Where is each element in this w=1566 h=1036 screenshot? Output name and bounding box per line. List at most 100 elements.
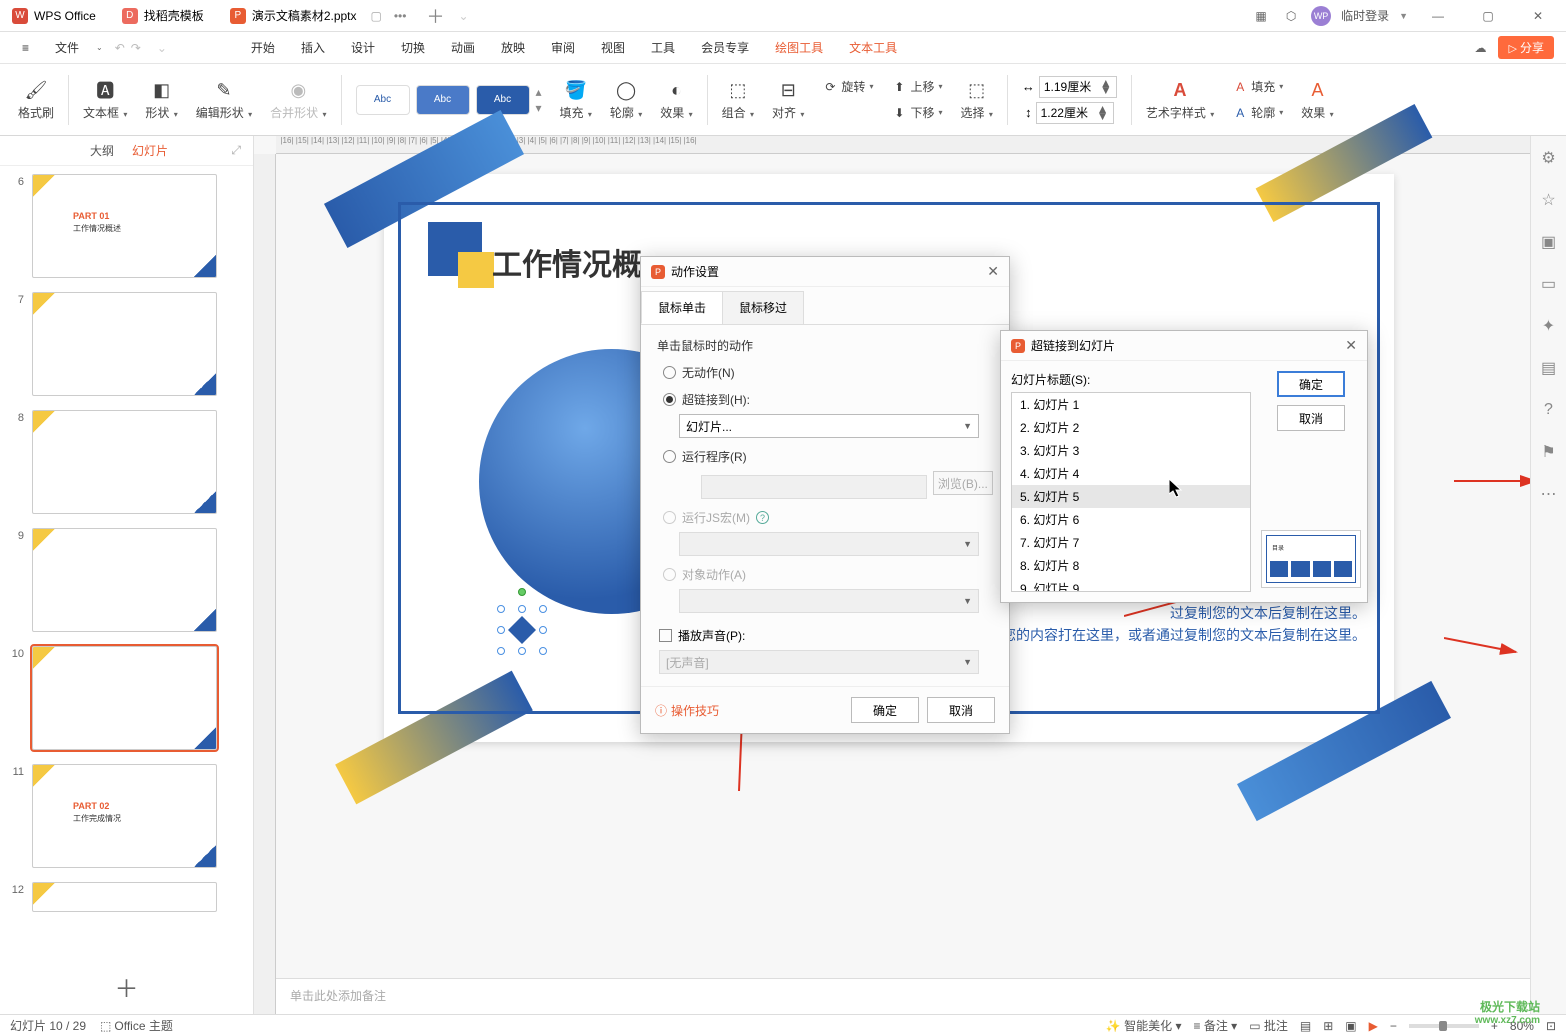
slides-tab[interactable]: 幻灯片	[132, 142, 168, 159]
text-effects-button[interactable]: A效果 ▾	[1301, 78, 1333, 121]
thumbnail-8[interactable]	[32, 410, 217, 514]
template-tab[interactable]: D 找稻壳模板	[110, 2, 216, 30]
zoom-slider[interactable]	[1409, 1024, 1479, 1028]
dialog2-titlebar[interactable]: P 超链接到幻灯片 ✕	[1001, 331, 1367, 361]
menu-animation[interactable]: 动画	[441, 35, 485, 60]
sidebar-more-icon[interactable]: ⋯	[1539, 484, 1559, 504]
redo-icon[interactable]: ↷	[131, 41, 141, 55]
sidebar-book-icon[interactable]: ▤	[1539, 358, 1559, 378]
menu-start[interactable]: 开始	[241, 35, 285, 60]
tab-menu-icon[interactable]: ▢	[371, 9, 382, 23]
document-tab[interactable]: P 演示文稿素材2.pptx ▢ •••	[218, 2, 419, 30]
zoom-level[interactable]: 80%	[1510, 1019, 1534, 1033]
dialog-titlebar[interactable]: P 动作设置 ✕	[641, 257, 1009, 287]
view-normal-icon[interactable]: ▤	[1300, 1019, 1311, 1033]
file-menu[interactable]: 文件	[45, 35, 89, 60]
format-painter-button[interactable]: 🖌格式刷	[18, 78, 54, 121]
style-preset-3[interactable]: Abc	[476, 85, 530, 115]
textbox-button[interactable]: 🅰文本框 ▾	[83, 78, 127, 121]
zoom-out-button[interactable]: −	[1390, 1019, 1397, 1033]
login-caret-icon[interactable]: ▼	[1399, 11, 1408, 21]
new-tab-button[interactable]: ＋	[420, 3, 450, 29]
shapes-button[interactable]: ◧形状 ▾	[145, 78, 177, 121]
thumbnail-7[interactable]	[32, 292, 217, 396]
style-preset-2[interactable]: Abc	[416, 85, 470, 115]
select-button[interactable]: ⬚选择 ▾	[960, 78, 992, 121]
sidebar-feedback-icon[interactable]: ⚑	[1539, 442, 1559, 462]
tab-mouse-click[interactable]: 鼠标单击	[641, 291, 723, 324]
width-input[interactable]: 1.19厘米▲▼	[1039, 76, 1117, 98]
list-item[interactable]: 6. 幻灯片 6	[1012, 508, 1250, 531]
text-outline-button[interactable]: A轮廓 ▾	[1232, 101, 1283, 125]
sidebar-screen-icon[interactable]: ▭	[1539, 274, 1559, 294]
maximize-button[interactable]: ▢	[1468, 1, 1508, 31]
qat-caret-icon[interactable]: ⌄	[157, 41, 167, 55]
list-item[interactable]: 9. 幻灯片 9	[1012, 577, 1250, 592]
menu-design[interactable]: 设计	[341, 35, 385, 60]
list-item-selected[interactable]: 5. 幻灯片 5	[1012, 485, 1250, 508]
thumbnail-list[interactable]: 6PART 01工作情况概述 7 8 9 10 11PART 02工作完成情况 …	[0, 166, 253, 959]
menu-text-tools[interactable]: 文本工具	[839, 35, 907, 60]
login-label[interactable]: 临时登录	[1341, 7, 1389, 24]
thumbnail-10[interactable]	[32, 646, 217, 750]
radio-hyperlink[interactable]: 超链接到(H):	[663, 391, 993, 408]
zoom-in-button[interactable]: +	[1491, 1019, 1498, 1033]
menu-insert[interactable]: 插入	[291, 35, 335, 60]
list-item[interactable]: 4. 幻灯片 4	[1012, 462, 1250, 485]
sidebar-settings-icon[interactable]: ⚙	[1539, 148, 1559, 168]
sidebar-help-icon[interactable]: ?	[1539, 400, 1559, 420]
wordart-button[interactable]: A艺术字样式 ▾	[1146, 78, 1214, 121]
thumbnail-6[interactable]: PART 01工作情况概述	[32, 174, 217, 278]
menu-view[interactable]: 视图	[591, 35, 635, 60]
view-sorter-icon[interactable]: ⊞	[1323, 1019, 1333, 1033]
dialog2-cancel-button[interactable]: 取消	[1277, 405, 1345, 431]
close-button[interactable]: ✕	[1518, 1, 1558, 31]
add-slide-button[interactable]: ＋	[0, 959, 253, 1014]
tab-dropdown-icon[interactable]: ⌄	[458, 9, 468, 23]
rotate-button[interactable]: ⟳旋转 ▾	[822, 75, 873, 99]
help-icon[interactable]: ?	[756, 511, 769, 524]
height-input[interactable]: 1.22厘米▲▼	[1036, 102, 1114, 124]
slide-list[interactable]: 1. 幻灯片 1 2. 幻灯片 2 3. 幻灯片 3 4. 幻灯片 4 5. 幻…	[1011, 392, 1251, 592]
comments-toggle[interactable]: ▭ 批注	[1249, 1017, 1288, 1034]
sidebar-layers-icon[interactable]: ▣	[1539, 232, 1559, 252]
menu-drawing-tools[interactable]: 绘图工具	[765, 35, 833, 60]
hamburger-icon[interactable]: ≡	[12, 37, 39, 59]
style-down-icon[interactable]: ▾	[536, 101, 542, 115]
expand-icon[interactable]: ⤢	[231, 143, 241, 158]
text-fill-button[interactable]: A填充 ▾	[1232, 75, 1283, 99]
list-item[interactable]: 2. 幻灯片 2	[1012, 416, 1250, 439]
sidebar-magic-icon[interactable]: ✦	[1539, 316, 1559, 336]
thumbnail-9[interactable]	[32, 528, 217, 632]
group-button[interactable]: ⬚组合 ▾	[722, 78, 754, 121]
fill-button[interactable]: 🪣填充 ▾	[560, 78, 592, 121]
move-down-button[interactable]: ⬇下移 ▾	[891, 101, 942, 125]
menu-vip[interactable]: 会员专享	[691, 35, 759, 60]
tips-link[interactable]: ⓘ操作技巧	[655, 702, 719, 719]
sidebar-star-icon[interactable]: ☆	[1539, 190, 1559, 210]
tab-mouse-hover[interactable]: 鼠标移过	[722, 291, 804, 324]
radio-run-program[interactable]: 运行程序(R)	[663, 448, 993, 465]
undo-icon[interactable]: ↶	[115, 41, 125, 55]
beautify-button[interactable]: ✨ 智能美化 ▾	[1106, 1017, 1182, 1034]
notes-toggle[interactable]: ≡ 备注 ▾	[1193, 1017, 1237, 1034]
list-item[interactable]: 1. 幻灯片 1	[1012, 393, 1250, 416]
outline-button[interactable]: ◯轮廓 ▾	[610, 78, 642, 121]
style-up-icon[interactable]: ▴	[536, 85, 542, 99]
cube-icon[interactable]: ⬡	[1281, 6, 1301, 26]
view-reading-icon[interactable]: ▣	[1345, 1019, 1356, 1033]
dialog1-cancel-button[interactable]: 取消	[927, 697, 995, 723]
slideshow-button[interactable]: ▶	[1369, 1019, 1378, 1033]
cloud-icon[interactable]: ☁	[1470, 38, 1490, 58]
menu-tools[interactable]: 工具	[641, 35, 685, 60]
hyperlink-combo[interactable]: 幻灯片...▼	[679, 414, 979, 438]
outline-tab[interactable]: 大纲	[90, 142, 114, 159]
dialog2-close-button[interactable]: ✕	[1345, 337, 1357, 354]
dialog1-ok-button[interactable]: 确定	[851, 697, 919, 723]
avatar[interactable]: WP	[1311, 6, 1331, 26]
style-preset-1[interactable]: Abc	[356, 85, 410, 115]
menu-transition[interactable]: 切换	[391, 35, 435, 60]
thumbnail-11[interactable]: PART 02工作完成情况	[32, 764, 217, 868]
thumbnail-12[interactable]	[32, 882, 217, 912]
list-item[interactable]: 7. 幻灯片 7	[1012, 531, 1250, 554]
